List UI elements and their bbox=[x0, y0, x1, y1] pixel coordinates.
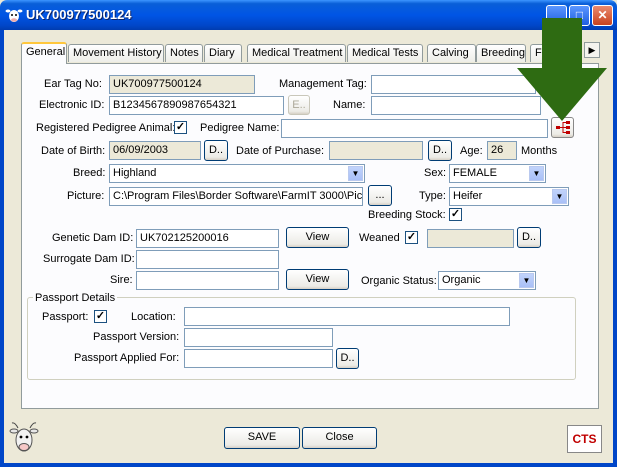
electronic-id-button[interactable]: E.. bbox=[288, 95, 310, 115]
breeding-stock-label: Breeding Stock: bbox=[368, 209, 446, 221]
chevron-down-icon[interactable]: ▼ bbox=[348, 166, 363, 181]
weaned-label: Weaned bbox=[359, 232, 400, 244]
sex-select[interactable]: FEMALE ▼ bbox=[449, 164, 546, 183]
registered-pedigree-label: Registered Pedigree Animal: bbox=[36, 122, 176, 134]
management-tag-field[interactable] bbox=[371, 75, 536, 94]
breed-label: Breed: bbox=[73, 167, 106, 179]
pedigree-name-field[interactable] bbox=[281, 119, 548, 138]
picture-path-field[interactable]: C:\Program Files\Border Software\FarmIT … bbox=[109, 187, 363, 206]
name-label: Name: bbox=[333, 99, 366, 111]
browse-picture-button[interactable]: ... bbox=[368, 185, 392, 206]
sex-value: FEMALE bbox=[453, 167, 498, 179]
breeding-stock-checkbox[interactable]: ✓ bbox=[449, 208, 462, 221]
cow-logo-icon bbox=[9, 422, 39, 452]
purchase-date-field[interactable] bbox=[329, 141, 423, 160]
passport-version-field[interactable] bbox=[184, 328, 333, 347]
cts-logo: CTS bbox=[567, 425, 602, 453]
view-sire-button[interactable]: View bbox=[286, 269, 349, 290]
weaned-checkbox[interactable]: ✓ bbox=[405, 231, 418, 244]
age-unit-label: Months bbox=[521, 145, 558, 157]
organic-status-value: Organic bbox=[442, 274, 481, 286]
surrogate-dam-label: Surrogate Dam ID: bbox=[43, 253, 135, 265]
tab-movement-history[interactable]: Movement History bbox=[68, 44, 164, 62]
passport-checkbox[interactable]: ✓ bbox=[94, 310, 107, 323]
cow-app-icon bbox=[5, 9, 23, 22]
chevron-down-icon[interactable]: ▼ bbox=[529, 166, 544, 181]
type-select[interactable]: Heifer ▼ bbox=[449, 187, 569, 206]
age-label: Age: bbox=[460, 145, 483, 157]
green-down-arrow-icon bbox=[517, 18, 607, 121]
tab-diary[interactable]: Diary bbox=[204, 44, 242, 62]
ear-tag-field[interactable]: UK700977500124 bbox=[109, 75, 255, 94]
pedigree-tree-icon bbox=[555, 121, 570, 134]
location-label: Location: bbox=[131, 311, 176, 323]
age-field[interactable]: 26 bbox=[487, 141, 517, 160]
view-genetic-dam-button[interactable]: View bbox=[286, 227, 349, 248]
sire-label: Sire: bbox=[110, 274, 133, 286]
tab-general[interactable]: General bbox=[21, 42, 67, 64]
passport-version-label: Passport Version: bbox=[93, 331, 180, 343]
tab-medical-tests[interactable]: Medical Tests bbox=[347, 44, 423, 62]
dob-field[interactable]: 06/09/2003 bbox=[109, 141, 201, 160]
passport-group-title: Passport Details bbox=[33, 292, 118, 304]
save-button[interactable]: SAVE bbox=[224, 427, 300, 449]
dob-label: Date of Birth: bbox=[41, 145, 106, 157]
chevron-down-icon[interactable]: ▼ bbox=[519, 273, 534, 288]
type-value: Heifer bbox=[453, 190, 483, 202]
passport-applied-label: Passport Applied For: bbox=[74, 352, 180, 364]
tab-medical-treatment[interactable]: Medical Treatment bbox=[247, 44, 346, 62]
sire-field[interactable] bbox=[136, 271, 279, 290]
purchase-date-label: Date of Purchase: bbox=[236, 145, 325, 157]
genetic-dam-label: Genetic Dam ID: bbox=[52, 232, 134, 244]
passport-applied-field[interactable] bbox=[184, 349, 333, 368]
electronic-id-label: Electronic ID: bbox=[39, 99, 105, 111]
tab-calving[interactable]: Calving bbox=[427, 44, 476, 62]
breed-value: Highland bbox=[113, 167, 157, 179]
surrogate-dam-field[interactable] bbox=[136, 250, 279, 269]
pedigree-name-label: Pedigree Name: bbox=[200, 122, 280, 134]
weaned-date-button[interactable]: D.. bbox=[517, 227, 541, 248]
chevron-down-icon[interactable]: ▼ bbox=[552, 189, 567, 204]
management-tag-label: Management Tag: bbox=[279, 78, 367, 90]
passport-label: Passport: bbox=[42, 311, 89, 323]
ear-tag-label: Ear Tag No: bbox=[44, 78, 102, 90]
close-button[interactable]: Close bbox=[302, 427, 377, 449]
registered-pedigree-checkbox[interactable]: ✓ bbox=[174, 121, 187, 134]
passport-applied-date-button[interactable]: D.. bbox=[336, 348, 359, 369]
purchase-date-button[interactable]: D.. bbox=[428, 140, 452, 161]
dob-date-button[interactable]: D.. bbox=[204, 140, 228, 161]
window-title: UK700977500124 bbox=[26, 7, 132, 22]
weaned-date-field[interactable] bbox=[427, 229, 514, 248]
organic-status-label: Organic Status: bbox=[361, 275, 437, 287]
breed-select[interactable]: Highland ▼ bbox=[109, 164, 365, 183]
genetic-dam-field[interactable]: UK702125200016 bbox=[136, 229, 279, 248]
tab-notes[interactable]: Notes bbox=[165, 44, 203, 62]
location-field[interactable] bbox=[184, 307, 510, 326]
sex-label: Sex: bbox=[424, 167, 447, 179]
electronic-id-field[interactable]: B123456789098765432​1 bbox=[109, 96, 284, 115]
picture-label: Picture: bbox=[67, 190, 105, 202]
organic-status-select[interactable]: Organic ▼ bbox=[438, 271, 536, 290]
type-label: Type: bbox=[419, 190, 446, 202]
